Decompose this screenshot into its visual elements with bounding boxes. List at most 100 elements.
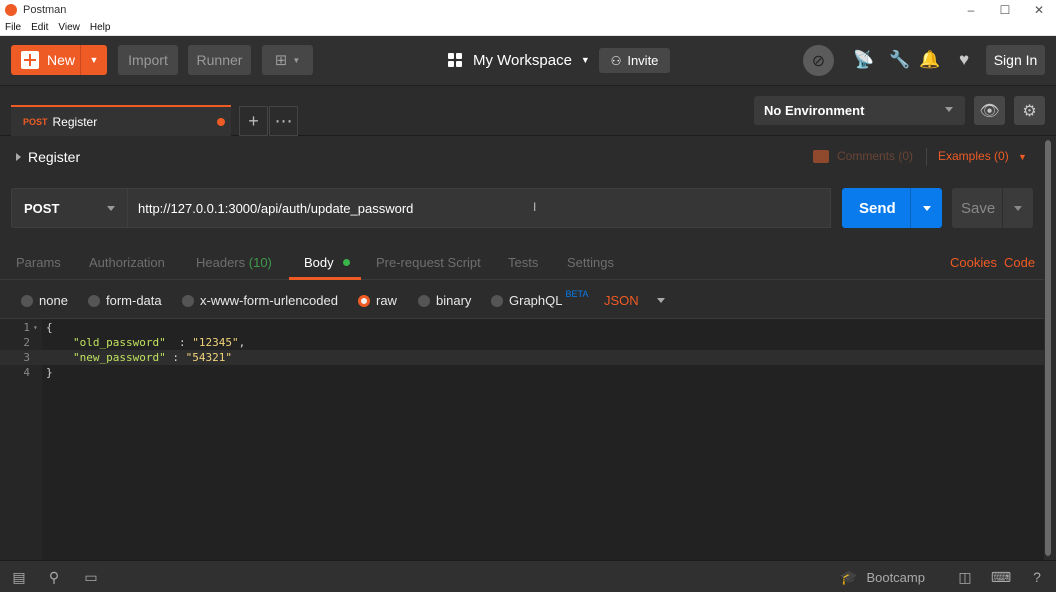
workspace-grid-icon <box>448 53 462 67</box>
menu-bar: File Edit View Help <box>0 20 1056 36</box>
code-line-current: 3 "new_password" : "54321" <box>0 350 1044 365</box>
gear-icon[interactable]: ⚙ <box>1014 96 1045 125</box>
code-text: "new_password" : "54321" <box>73 350 232 365</box>
beta-badge: BETA <box>565 288 589 299</box>
runner-button[interactable]: Runner <box>188 45 251 75</box>
add-user-icon: ⚇ <box>610 53 622 68</box>
examples-dropdown[interactable]: Examples (0) ▼ <box>938 149 1027 163</box>
radio-graphql[interactable]: GraphQL BETA <box>491 289 588 308</box>
body-editor[interactable]: 1 ▾ { 2 "old_password" : "12345", 3 "new… <box>0 318 1044 561</box>
two-pane-view-icon[interactable]: ◫ <box>957 569 973 585</box>
json-value: "12345" <box>192 336 239 349</box>
sync-off-icon[interactable]: ⊘ <box>803 45 834 76</box>
body-active-dot-icon <box>343 259 351 266</box>
body-type-options: none form-data x-www-form-urlencoded raw… <box>0 288 1044 314</box>
environment-value: No Environment <box>764 103 865 118</box>
line-number: 3 <box>23 351 30 364</box>
menu-view[interactable]: View <box>53 22 85 33</box>
window-controls: – ☐ ✕ <box>954 0 1056 20</box>
tab-headers[interactable]: Headers (10) <box>196 255 272 270</box>
console-icon[interactable]: ▭ <box>83 569 99 585</box>
headers-count: (10) <box>248 255 272 270</box>
tab-body[interactable]: Body <box>304 255 351 270</box>
radio-form-data[interactable]: form-data <box>88 293 162 308</box>
radio-binary-label: binary <box>436 293 472 308</box>
radio-none[interactable]: none <box>21 293 68 308</box>
code-link[interactable]: Code <box>1004 255 1035 270</box>
radio-icon <box>491 294 503 307</box>
code-line: 1 ▾ { <box>0 320 1044 335</box>
save-button[interactable]: Save <box>952 188 1033 228</box>
vertical-scrollbar[interactable] <box>1045 140 1051 556</box>
search-icon[interactable]: ⚲ <box>46 569 62 585</box>
sign-in-button[interactable]: Sign In <box>986 45 1045 75</box>
radio-selected-icon <box>358 294 370 307</box>
plus-icon <box>21 51 39 69</box>
json-separator: : <box>165 351 186 364</box>
bell-icon[interactable]: 🔔 <box>919 49 941 71</box>
url-bar: POST http://127.0.0.1:3000/api/auth/upda… <box>0 188 1044 228</box>
comments-link[interactable]: Comments (0) <box>813 149 913 163</box>
wrench-icon[interactable]: 🔧 <box>889 49 911 71</box>
new-button-label: New <box>47 52 76 68</box>
method-value: POST <box>24 200 60 216</box>
chevron-down-icon: ▼ <box>1018 152 1027 162</box>
more-tabs-icon[interactable]: ⋯ <box>269 106 298 136</box>
send-dropdown-icon[interactable] <box>910 188 942 228</box>
examples-label: Examples (0) <box>938 149 1009 163</box>
menu-edit[interactable]: Edit <box>26 22 53 33</box>
method-select[interactable]: POST <box>11 188 128 228</box>
radio-icon <box>88 294 100 307</box>
invite-label: Invite <box>627 53 659 68</box>
heart-icon[interactable]: ♥ <box>953 49 975 71</box>
line-number: 2 <box>23 336 30 349</box>
request-title[interactable]: Register <box>16 149 80 165</box>
eye-icon[interactable]: 👁 <box>974 96 1005 125</box>
environment-select[interactable]: No Environment <box>754 96 965 125</box>
tab-params[interactable]: Params <box>16 255 61 270</box>
tab-tests[interactable]: Tests <box>508 255 538 270</box>
fold-arrow-icon[interactable]: ▾ <box>33 320 38 335</box>
radio-binary[interactable]: binary <box>418 293 471 308</box>
status-bar: ▤ ⚲ ▭ 🎓 Bootcamp ◫ ⌨ ? <box>0 560 1056 592</box>
url-input[interactable]: http://127.0.0.1:3000/api/auth/update_pa… <box>128 188 831 228</box>
code-text: "old_password" : "12345", <box>73 335 245 350</box>
tab-authorization[interactable]: Authorization <box>89 255 165 270</box>
code-line: 2 "old_password" : "12345", <box>0 335 1044 350</box>
radio-urlencoded-label: x-www-form-urlencoded <box>200 293 338 308</box>
save-dropdown-icon[interactable] <box>1002 188 1033 228</box>
add-window-icon: ⊞ <box>274 52 288 69</box>
new-button[interactable]: New ▼ <box>11 45 107 75</box>
text-cursor-icon: I <box>533 200 537 214</box>
workspace-selector[interactable]: My Workspace ▼ <box>448 50 590 70</box>
chevron-down-icon <box>107 206 115 211</box>
new-window-button[interactable]: ⊞ ▼ <box>262 45 313 75</box>
new-dropdown-icon[interactable]: ▼ <box>80 45 107 75</box>
add-tab-button[interactable]: + <box>239 106 268 136</box>
maximize-icon[interactable]: ☐ <box>988 0 1022 20</box>
cookies-link[interactable]: Cookies <box>950 255 997 270</box>
send-button[interactable]: Send <box>842 188 942 228</box>
invite-button[interactable]: ⚇ Invite <box>599 48 670 73</box>
code-text: { <box>46 321 53 334</box>
line-number: 4 <box>23 366 30 379</box>
sidebar-toggle-icon[interactable]: ▤ <box>11 569 27 585</box>
radio-form-data-label: form-data <box>106 293 162 308</box>
radio-raw[interactable]: raw <box>358 293 397 308</box>
help-icon[interactable]: ? <box>1029 569 1045 585</box>
satellite-icon[interactable]: 📡 <box>853 49 875 71</box>
close-icon[interactable]: ✕ <box>1022 0 1056 20</box>
menu-help[interactable]: Help <box>85 22 116 33</box>
bootcamp-button[interactable]: 🎓 Bootcamp <box>840 569 925 586</box>
menu-file[interactable]: File <box>0 22 26 33</box>
import-button[interactable]: Import <box>118 45 178 75</box>
radio-urlencoded[interactable]: x-www-form-urlencoded <box>182 293 338 308</box>
tab-settings[interactable]: Settings <box>567 255 614 270</box>
format-select[interactable]: JSON <box>604 293 665 308</box>
workspace-name: My Workspace <box>473 51 572 69</box>
keyboard-shortcuts-icon[interactable]: ⌨ <box>991 569 1011 585</box>
minimize-icon[interactable]: – <box>954 0 988 20</box>
tab-prerequest-script[interactable]: Pre-request Script <box>376 255 481 270</box>
request-tab-register[interactable]: POST Register <box>11 105 231 136</box>
scrollbar-thumb[interactable] <box>1045 140 1051 556</box>
